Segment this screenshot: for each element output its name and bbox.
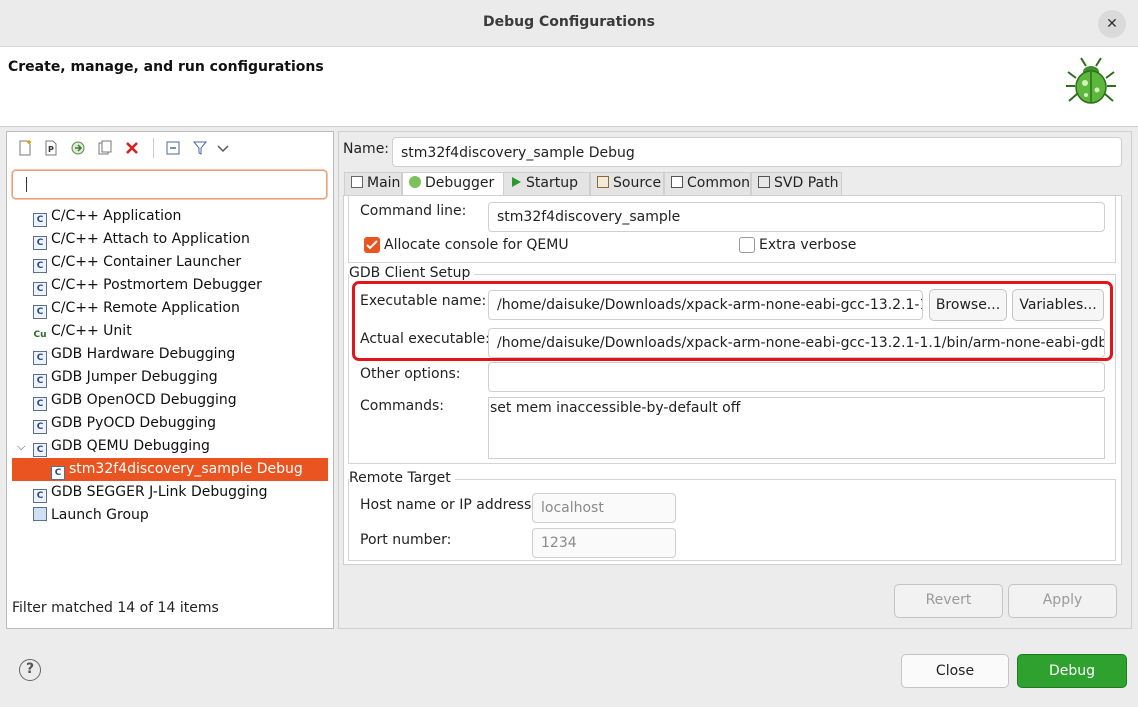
c-config-icon: C xyxy=(51,466,65,480)
new-config-icon[interactable] xyxy=(16,139,34,157)
toolbar-separator xyxy=(153,138,154,158)
source-tab-icon xyxy=(597,176,609,188)
name-label: Name: xyxy=(343,141,390,157)
main-tab-icon xyxy=(351,176,363,188)
window-title: Debug Configurations xyxy=(483,14,655,30)
tree-item-gdb-segger[interactable]: C GDB SEGGER J-Link Debugging xyxy=(33,481,268,503)
c-unit-icon: Cu xyxy=(33,330,47,340)
tree-item-cpp-container[interactable]: C C/C++ Container Launcher xyxy=(33,251,241,273)
tab-common[interactable]: Common xyxy=(664,172,751,195)
svg-text:P: P xyxy=(48,145,54,154)
other-options-label: Other options: xyxy=(360,366,461,382)
tree-item-gdb-hardware[interactable]: C GDB Hardware Debugging xyxy=(33,343,235,365)
c-config-icon: C xyxy=(33,282,47,296)
tree-item-stm32-debug[interactable]: Cstm32f4discovery_sample Debug xyxy=(51,458,303,480)
c-config-icon: C xyxy=(33,374,47,388)
help-icon[interactable]: ? xyxy=(19,659,41,681)
commands-label: Commands: xyxy=(360,398,444,414)
tree-item-launch-group[interactable]: Launch Group xyxy=(33,504,149,526)
window-close-button[interactable]: ✕ xyxy=(1098,10,1126,38)
text-caret xyxy=(26,177,27,192)
tree-item-cpp-application[interactable]: C C/C++ Application xyxy=(33,205,181,227)
duplicate-icon[interactable] xyxy=(96,139,114,157)
filter-input[interactable] xyxy=(12,170,327,199)
red-highlight-annotation xyxy=(352,281,1113,361)
c-config-icon: C xyxy=(33,351,47,365)
remote-target-group-frame xyxy=(348,479,1116,561)
banner-title: Create, manage, and run configurations xyxy=(8,59,324,75)
tree-item-cpp-postmortem[interactable]: C C/C++ Postmortem Debugger xyxy=(33,274,262,296)
tree-item-cpp-remote[interactable]: C C/C++ Remote Application xyxy=(33,297,240,319)
revert-button[interactable]: Revert xyxy=(894,584,1003,618)
extra-verbose-label: Extra verbose xyxy=(759,237,857,253)
tree-item-gdb-qemu[interactable]: C GDB QEMU Debugging xyxy=(33,435,210,457)
remote-target-group-label: Remote Target xyxy=(349,470,455,486)
c-config-icon: C xyxy=(33,259,47,273)
common-tab-icon xyxy=(671,176,683,188)
collapse-all-icon[interactable] xyxy=(164,139,182,157)
tree-item-gdb-pyocd[interactable]: C GDB PyOCD Debugging xyxy=(33,412,216,434)
chevron-down-icon[interactable]: ⌵ xyxy=(17,440,25,454)
tab-source[interactable]: Source xyxy=(590,172,664,195)
gdb-client-group-label: GDB Client Setup xyxy=(349,265,475,281)
tab-startup[interactable]: Startup xyxy=(504,172,590,195)
tree-item-gdb-openocd[interactable]: C GDB OpenOCD Debugging xyxy=(33,389,237,411)
close-button[interactable]: Close xyxy=(901,654,1009,688)
tree-item-gdb-jumper[interactable]: C GDB Jumper Debugging xyxy=(33,366,218,388)
host-label: Host name or IP address: xyxy=(360,497,536,513)
c-config-icon: C xyxy=(33,420,47,434)
tab-svd-path[interactable]: SVD Path xyxy=(751,172,842,195)
c-config-icon: C xyxy=(33,443,47,457)
play-icon xyxy=(512,177,521,187)
apply-button[interactable]: Apply xyxy=(1008,584,1117,618)
c-config-icon: C xyxy=(33,236,47,250)
delete-icon[interactable] xyxy=(123,139,141,157)
c-config-icon: C xyxy=(33,397,47,411)
debug-bug-icon xyxy=(1066,57,1116,104)
c-config-icon: C xyxy=(33,213,47,227)
svd-tab-icon xyxy=(758,176,770,188)
debugger-tab-icon xyxy=(409,176,421,188)
command-line-label: Command line: xyxy=(360,203,467,219)
allocate-console-label: Allocate console for QEMU xyxy=(384,237,569,253)
extra-verbose-checkbox[interactable] xyxy=(739,237,755,253)
allocate-console-checkbox[interactable] xyxy=(364,237,380,253)
port-label: Port number: xyxy=(360,532,452,548)
host-input[interactable]: localhost xyxy=(532,493,676,523)
tree-item-cpp-unit[interactable]: Cu C/C++ Unit xyxy=(33,320,131,342)
export-icon[interactable] xyxy=(69,139,87,157)
command-line-input[interactable]: stm32f4discovery_sample xyxy=(488,202,1105,232)
c-config-icon: C xyxy=(33,489,47,503)
tree-item-cpp-attach[interactable]: C C/C++ Attach to Application xyxy=(33,228,250,250)
filter-status: Filter matched 14 of 14 items xyxy=(12,600,219,616)
tab-main[interactable]: Main xyxy=(344,172,402,195)
c-config-icon: C xyxy=(33,305,47,319)
debug-button[interactable]: Debug xyxy=(1017,654,1127,688)
filter-icon[interactable] xyxy=(191,139,209,157)
port-input[interactable]: 1234 xyxy=(532,528,676,558)
new-prototype-icon[interactable]: P xyxy=(42,139,60,157)
other-options-input[interactable] xyxy=(488,362,1105,392)
dropdown-icon[interactable] xyxy=(214,139,232,157)
launch-group-icon xyxy=(33,507,47,521)
commands-textarea[interactable]: set mem inaccessible-by-default off xyxy=(488,397,1105,459)
config-name-input[interactable]: stm32f4discovery_sample Debug xyxy=(392,137,1122,167)
tab-debugger[interactable]: Debugger xyxy=(402,172,504,196)
